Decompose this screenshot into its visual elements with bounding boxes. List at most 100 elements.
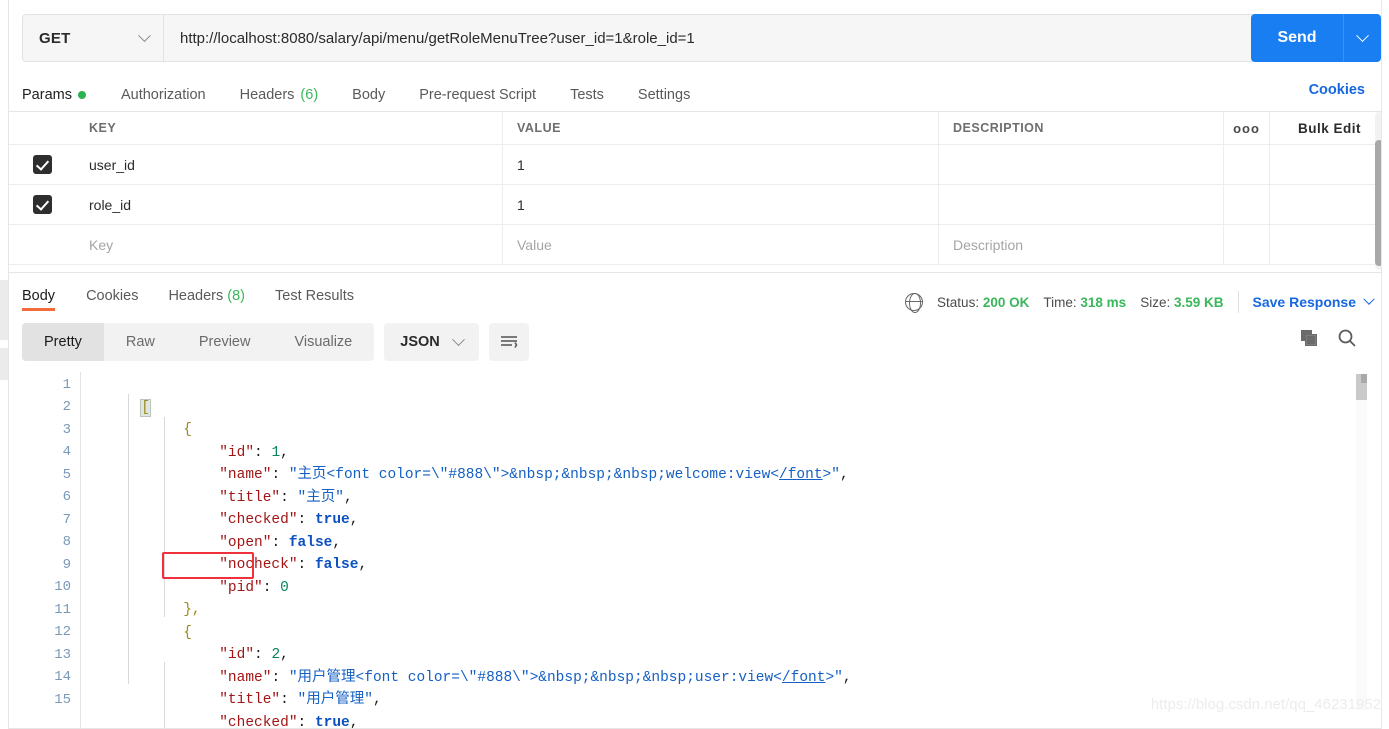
code-value: 0: [280, 579, 289, 596]
bulk-edit-label: Bulk Edit: [1297, 120, 1361, 136]
table-row-empty: Key Value Description: [9, 225, 1389, 265]
line-number: 6: [62, 489, 71, 505]
line-number: 11: [54, 602, 71, 618]
param-key-role-id[interactable]: role_id: [75, 185, 503, 224]
code-value-tail: >": [825, 669, 843, 686]
response-body-code[interactable]: 1 2 3 4 5 6 7 8 9 10 11 12 13 14 15 [ { …: [9, 372, 1389, 729]
param-value-input-empty[interactable]: Value: [503, 225, 939, 264]
tab-params-label: Params: [22, 87, 72, 103]
param-key-input-empty[interactable]: Key: [75, 225, 503, 264]
response-tab-headers-count: (8): [227, 288, 245, 304]
size-label: Size:: [1140, 294, 1171, 310]
response-tab-body[interactable]: Body: [22, 281, 71, 311]
response-tab-test-results[interactable]: Test Results: [260, 281, 369, 311]
view-mode-visualize[interactable]: Visualize: [272, 323, 374, 361]
request-url-input[interactable]: http://localhost:8080/salary/api/menu/ge…: [163, 14, 1370, 62]
code-punct: ,: [842, 669, 852, 686]
format-select[interactable]: JSON: [384, 323, 479, 361]
param-description-role-id[interactable]: [939, 185, 1224, 224]
param-description-input-empty[interactable]: Description: [939, 225, 1224, 264]
send-options-button[interactable]: [1343, 14, 1381, 62]
chevron-down-icon: [138, 28, 151, 42]
code-scrollbar-thumb[interactable]: [1356, 374, 1367, 400]
code-value: true: [314, 714, 350, 729]
cookies-link[interactable]: Cookies: [1309, 82, 1365, 98]
tab-body[interactable]: Body: [335, 78, 402, 112]
size-value: 3.59 KB: [1173, 294, 1224, 310]
search-icon: [1338, 329, 1356, 347]
code-link[interactable]: /font: [779, 467, 823, 483]
code-scrollbar[interactable]: [1356, 374, 1367, 710]
param-description-user-id[interactable]: [939, 145, 1224, 184]
postman-window: GET http://localhost:8080/salary/api/men…: [0, 0, 1389, 729]
tab-authorization[interactable]: Authorization: [104, 78, 223, 112]
line-number: 12: [54, 624, 71, 640]
tab-body-label: Body: [352, 87, 386, 103]
response-tab-headers[interactable]: Headers (8): [153, 281, 260, 311]
view-mode-pretty[interactable]: Pretty: [22, 323, 104, 361]
left-rail-handle-secondary[interactable]: [0, 348, 8, 380]
param-key-user-id[interactable]: user_id: [75, 145, 503, 184]
http-method-label: GET: [39, 29, 71, 47]
tab-pre-request-script[interactable]: Pre-request Script: [402, 78, 553, 112]
response-tab-cookies[interactable]: Cookies: [71, 281, 153, 311]
line-number: 8: [62, 534, 71, 550]
send-group: Send: [1251, 14, 1381, 62]
response-tab-cookies-label: Cookies: [86, 288, 139, 304]
param-row-checkbox-cell: [9, 185, 75, 224]
param-checkbox-role-id[interactable]: [32, 195, 52, 214]
wrap-lines-button[interactable]: [488, 323, 529, 361]
params-header-value: VALUE: [503, 112, 939, 144]
time-value: 318 ms: [1080, 294, 1127, 310]
tab-settings-label: Settings: [637, 87, 691, 103]
more-options-icon: ooo: [1233, 120, 1260, 136]
globe-icon: [904, 292, 924, 313]
param-row-checkbox-cell-empty: [9, 225, 75, 264]
param-value-role-id[interactable]: 1: [503, 185, 939, 224]
line-number: 5: [62, 467, 71, 483]
tab-tests[interactable]: Tests: [553, 78, 621, 112]
search-button[interactable]: [1337, 328, 1357, 348]
code-punct: ,: [372, 691, 382, 708]
params-header-description: DESCRIPTION: [939, 112, 1224, 144]
param-row-checkbox-cell: [9, 145, 75, 184]
line-number: 15: [54, 692, 71, 708]
table-row: role_id 1: [9, 185, 1389, 225]
tab-settings[interactable]: Settings: [621, 78, 707, 112]
param-row-spacer: [1224, 225, 1270, 264]
code-link[interactable]: /font: [782, 670, 826, 686]
view-mode-preview[interactable]: Preview: [177, 323, 273, 361]
meta-divider: [1237, 291, 1239, 313]
status-label: Status:: [937, 294, 980, 310]
param-row-spacer: [1224, 145, 1270, 184]
params-more-button[interactable]: ooo: [1224, 112, 1270, 144]
line-number: 10: [54, 579, 71, 595]
code-punct: ,: [839, 466, 849, 483]
response-tab-test-results-label: Test Results: [275, 288, 354, 304]
http-method-select[interactable]: GET: [22, 14, 163, 62]
line-number: 3: [62, 422, 71, 438]
code-punct: ,: [358, 556, 368, 573]
copy-button[interactable]: [1299, 328, 1319, 348]
code-punct: ,: [349, 511, 359, 528]
param-value-user-id[interactable]: 1: [503, 145, 939, 184]
code-punct: ,: [349, 714, 359, 729]
bulk-edit-button[interactable]: Bulk Edit: [1270, 112, 1389, 144]
left-rail-handle[interactable]: [0, 280, 8, 340]
line-number: 13: [54, 647, 71, 663]
view-mode-raw[interactable]: Raw: [104, 323, 177, 361]
send-button[interactable]: Send: [1251, 14, 1343, 62]
line-number: 9: [62, 557, 71, 573]
watermark: https://blog.csdn.net/qq_46231952: [1150, 696, 1381, 713]
param-checkbox-user-id[interactable]: [32, 155, 52, 174]
code-value-tail: >": [822, 466, 840, 483]
line-number: 14: [54, 669, 71, 685]
indent-guide-3: [164, 662, 165, 729]
line-number: 1: [62, 377, 71, 393]
line-number: 7: [62, 512, 71, 528]
param-row-spacer: [1224, 185, 1270, 224]
tab-headers[interactable]: Headers (6): [223, 78, 336, 112]
save-response-label: Save Response: [1252, 294, 1357, 310]
save-response-button[interactable]: Save Response: [1252, 293, 1375, 310]
tab-params[interactable]: Params: [22, 78, 104, 114]
